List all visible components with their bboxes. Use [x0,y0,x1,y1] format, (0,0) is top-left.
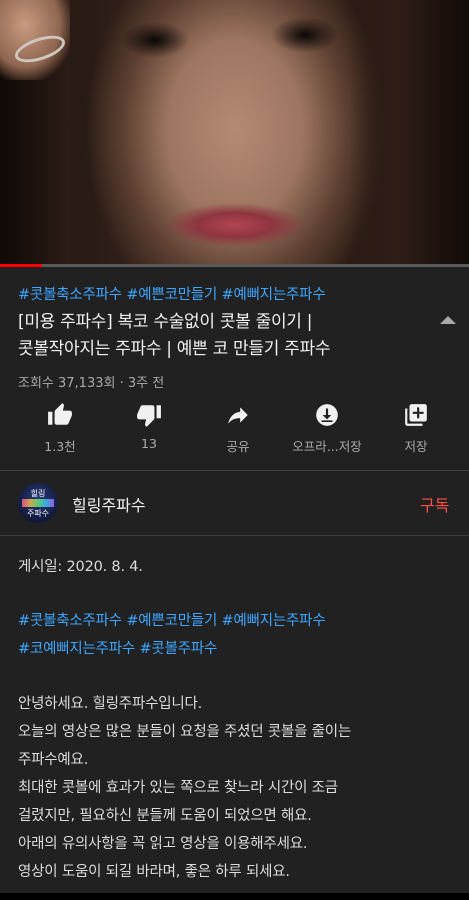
description-line: 최대한 콧볼에 효과가 있는 쪽으로 찾느라 시간이 조금 [18,780,338,796]
video-title-line: 콧볼작아지는 주파수 | 예쁜 코 만들기 주파수 [18,339,331,359]
description-line: 아래의 유의사항을 꼭 읽고 영상을 이용해주세요. [18,836,308,852]
save-button[interactable]: 저장 [371,398,461,455]
like-button[interactable]: 1.3천 [15,398,105,455]
channel-avatar[interactable]: 힐링 주파수 [18,483,58,523]
add-to-playlist-icon [371,398,461,432]
description-line: 오늘의 영상은 많은 분들이 요청을 주셨던 콧볼을 줄이는 [18,724,352,740]
like-count: 1.3천 [44,439,76,454]
video-meta: 조회수 37,133회 · 3주 전 [18,376,165,391]
description-line: 주파수예요. [18,752,89,768]
description-line: 영상이 도움이 되길 바라며, 좋은 하루 되세요. [18,864,290,880]
video-hashtags[interactable]: #콧볼축소주파수 #예쁜코만들기 #예뻐지는주파수 [18,283,326,304]
description-line: 안녕하세요. 힐링주파수입니다. [18,696,203,712]
bottom-edge [0,893,469,900]
avatar-text: 주파수 [26,509,50,518]
divider [0,470,469,471]
video-title-line: [미용 주파수] 복코 수술없이 콧볼 줄이기 | [18,312,313,332]
dislike-button[interactable]: 13 [104,398,194,451]
share-button[interactable]: 공유 [193,398,283,455]
dislike-count: 13 [141,436,157,451]
avatar-logo-graphic [22,499,54,507]
thumb-down-icon [104,398,194,432]
thumb-up-icon [15,398,105,432]
description-hashtags[interactable]: #콧볼축소주파수 #예쁜코만들기 #예뻐지는주파수 [18,609,326,630]
avatar-text: 힐링 [30,489,46,498]
description-line: 걸렸지만, 필요하신 분들께 도움이 되었으면 해요. [18,808,312,824]
download-icon [282,398,372,432]
description-hashtags[interactable]: #코예뻐지는주파수 #콧볼주파수 [18,637,217,658]
action-row: 1.3천 13 공유 오프라...저장 저장 [0,398,469,460]
channel-name[interactable]: 힐링주파수 [72,492,146,516]
subscribe-button[interactable]: 구독 [420,492,449,516]
collapse-description-icon[interactable] [440,316,456,324]
divider [0,535,469,536]
video-player[interactable] [0,0,469,266]
video-frame-detail [349,0,469,266]
download-button[interactable]: 오프라...저장 [282,398,372,455]
posted-date: 게시일: 2020. 8. 4. [18,559,143,575]
video-progress-bar[interactable] [0,264,469,267]
share-label: 공유 [226,439,250,454]
download-label: 오프라...저장 [292,439,362,454]
video-progress-fill [0,264,43,267]
share-icon [193,398,283,432]
save-label: 저장 [404,439,428,454]
video-title[interactable]: [미용 주파수] 복코 수술없이 콧볼 줄이기 | 콧볼작아지는 주파수 | 예… [18,309,418,363]
